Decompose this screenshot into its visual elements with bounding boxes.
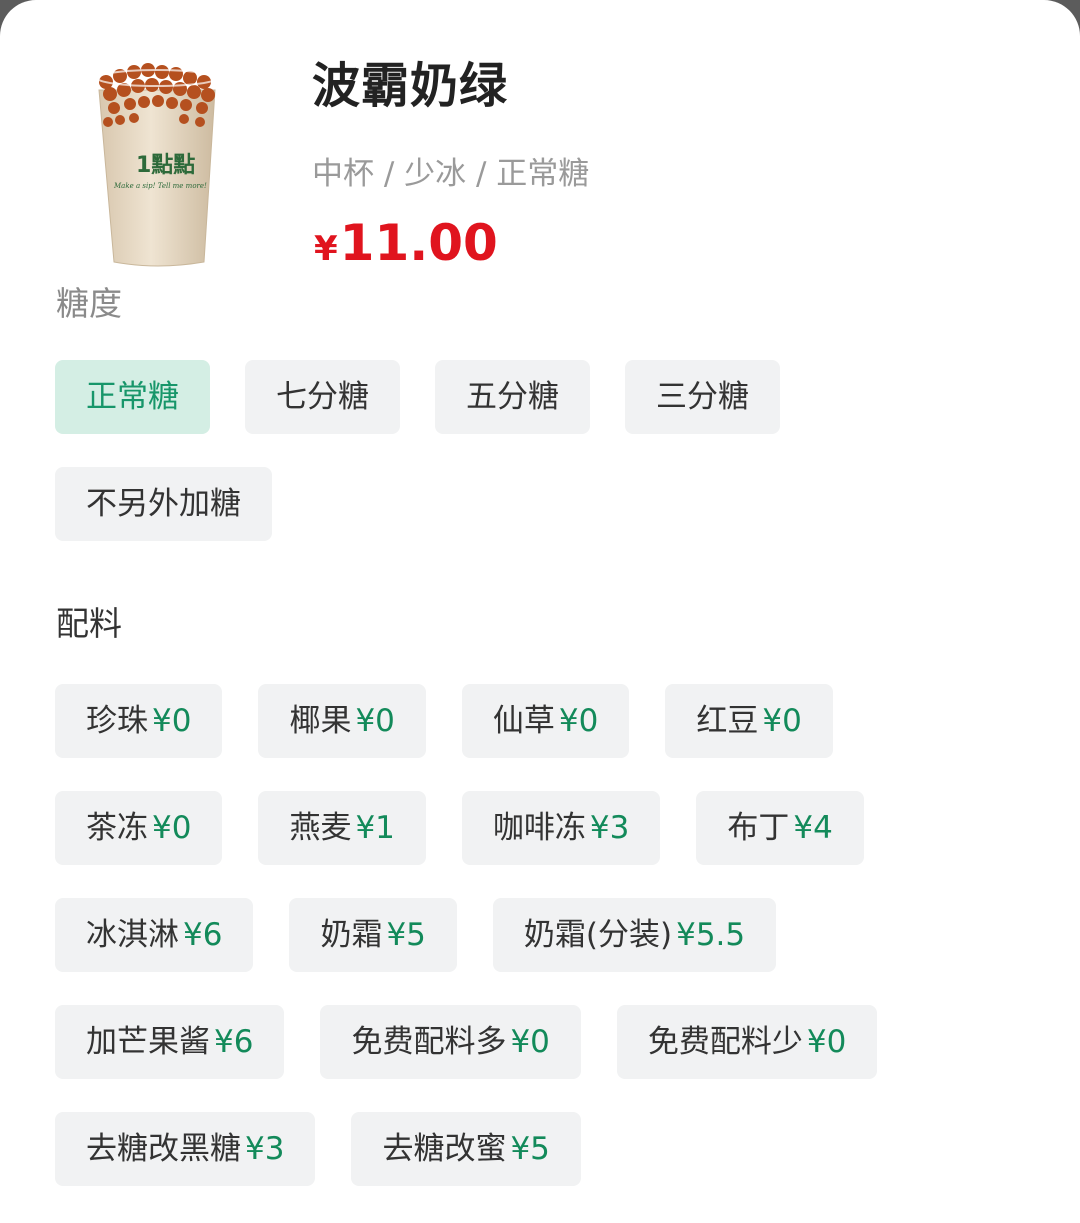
topping-price: ¥5.5	[676, 917, 746, 953]
topping-price: ¥0	[152, 703, 192, 739]
topping-price: ¥0	[355, 703, 395, 739]
topping-option-chip[interactable]: 茶冻 ¥0	[55, 791, 223, 865]
topping-option-chip[interactable]: 红豆 ¥0	[665, 684, 833, 758]
topping-label: 红豆	[696, 703, 759, 739]
topping-label: 茶冻	[86, 810, 148, 846]
topping-price: ¥0	[762, 703, 802, 739]
toppings-section-title: 配料	[56, 604, 122, 643]
topping-price: ¥0	[806, 1024, 847, 1060]
topping-label: 去糖改蜜	[382, 1131, 507, 1167]
topping-price: ¥0	[152, 810, 192, 846]
topping-option-chip[interactable]: 免费配料多 ¥0	[320, 1005, 581, 1079]
topping-label: 冰淇淋	[86, 917, 179, 953]
sugar-option-chip[interactable]: 三分糖	[625, 360, 780, 434]
topping-option-chip[interactable]: 椰果 ¥0	[258, 684, 426, 758]
sugar-option-label: 不另外加糖	[86, 486, 241, 522]
sugar-option-label: 七分糖	[276, 379, 369, 415]
price-currency-symbol: ¥	[314, 229, 338, 269]
topping-option-chip[interactable]: 珍珠 ¥0	[55, 684, 223, 758]
topping-label: 珍珠	[86, 703, 148, 739]
svg-text:Make a sip! Tell me more!: Make a sip! Tell me more!	[113, 182, 207, 190]
topping-option-chip[interactable]: 奶霜(分装) ¥5.5	[492, 898, 777, 972]
topping-price: ¥5	[510, 1131, 550, 1167]
topping-option-chip[interactable]: 仙草 ¥0	[461, 684, 630, 758]
topping-price: ¥1	[355, 810, 395, 846]
product-spec: 中杯 / 少冰 / 正常糖	[312, 156, 590, 192]
topping-price: ¥4	[793, 810, 833, 846]
product-price: ¥11.00	[314, 212, 498, 286]
sugar-section-title: 糖度	[56, 284, 122, 323]
topping-price: ¥0	[558, 703, 599, 739]
topping-label: 燕麦	[289, 810, 352, 846]
sugar-options: 正常糖 七分糖 五分糖 三分糖不另外加糖	[55, 360, 1015, 541]
topping-option-chip[interactable]: 冰淇淋 ¥6	[55, 898, 254, 972]
svg-text:1點點: 1點點	[136, 153, 195, 178]
topping-option-chip[interactable]: 布丁 ¥4	[696, 791, 864, 865]
topping-price: ¥3	[589, 810, 630, 846]
topping-label: 布丁	[727, 810, 790, 846]
product-name: 波霸奶绿	[312, 58, 509, 114]
topping-price: ¥0	[510, 1024, 550, 1060]
product-options-sheet: 1點點 Make a sip! Tell me more! 波霸奶绿 中杯 / …	[0, 0, 1080, 1223]
topping-option-chip[interactable]: 奶霜 ¥5	[289, 898, 457, 972]
sugar-option-chip[interactable]: 不另外加糖	[55, 467, 272, 541]
topping-label: 奶霜(分装)	[523, 917, 673, 953]
topping-label: 去糖改黑糖	[86, 1131, 241, 1167]
topping-label: 咖啡冻	[492, 810, 586, 846]
topping-option-chip[interactable]: 去糖改黑糖 ¥3	[55, 1112, 316, 1186]
sugar-option-chip[interactable]: 七分糖	[245, 360, 400, 434]
sugar-option-label: 正常糖	[86, 379, 179, 415]
topping-option-chip[interactable]: 咖啡冻 ¥3	[461, 791, 661, 865]
sugar-option-label: 三分糖	[656, 379, 749, 415]
topping-price: ¥6	[183, 917, 223, 953]
topping-label: 免费配料少	[647, 1024, 803, 1060]
topping-option-chip[interactable]: 加芒果酱 ¥6	[55, 1005, 285, 1079]
topping-options: 珍珠 ¥0 椰果 ¥0 仙草 ¥0 红豆 ¥0 茶冻 ¥0 燕麦 ¥1 咖啡冻 ¥3 布丁 ¥4 冰淇淋 ¥6 奶霜…	[55, 684, 1015, 1186]
price-value: 11.00	[339, 214, 498, 272]
topping-label: 免费配料多	[351, 1024, 507, 1060]
sugar-option-chip[interactable]: 五分糖	[435, 360, 590, 434]
topping-price: ¥3	[245, 1131, 285, 1167]
topping-label: 加芒果酱	[86, 1024, 210, 1060]
sugar-option-label: 五分糖	[466, 379, 559, 415]
topping-option-chip[interactable]: 去糖改蜜 ¥5	[351, 1112, 581, 1186]
topping-label: 奶霜	[320, 917, 383, 953]
topping-price: ¥5	[386, 917, 426, 953]
product-image: 1點點 Make a sip! Tell me more!	[96, 63, 218, 267]
topping-option-chip[interactable]: 燕麦 ¥1	[258, 791, 426, 865]
topping-option-chip[interactable]: 免费配料少 ¥0	[616, 1005, 878, 1079]
topping-label: 椰果	[289, 703, 352, 739]
topping-price: ¥6	[214, 1024, 254, 1060]
sugar-option-chip[interactable]: 正常糖	[55, 360, 210, 434]
topping-label: 仙草	[492, 703, 555, 739]
